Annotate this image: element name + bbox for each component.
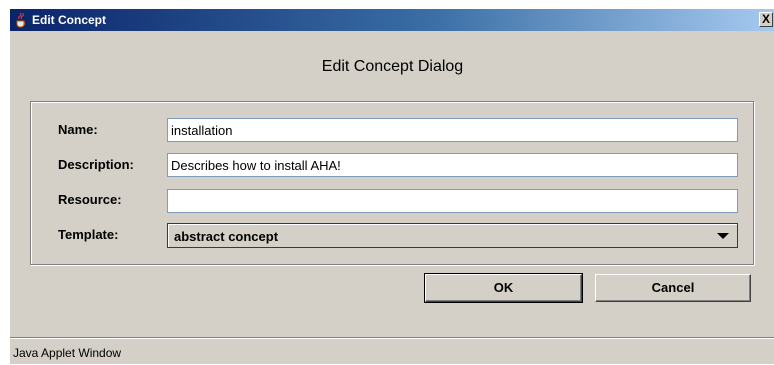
chevron-down-icon[interactable] <box>717 233 729 239</box>
window-title: Edit Concept <box>32 13 106 27</box>
template-selected-value: abstract concept <box>174 229 279 244</box>
java-cup-icon <box>16 12 26 28</box>
edit-concept-window: Edit Concept X Edit Concept Dialog Name:… <box>9 8 774 364</box>
status-bar: Java Applet Window <box>10 337 774 365</box>
name-label: Name: <box>58 122 98 137</box>
close-button[interactable]: X <box>759 12 773 27</box>
dialog-heading: Edit Concept Dialog <box>321 58 464 75</box>
title-bar[interactable]: Edit Concept X <box>10 9 774 31</box>
resource-field[interactable] <box>167 189 738 213</box>
description-label: Description: <box>58 157 134 172</box>
template-label: Template: <box>58 227 119 242</box>
cancel-button[interactable]: Cancel <box>595 274 751 302</box>
name-field[interactable]: installation <box>167 118 738 142</box>
ok-button[interactable]: OK <box>424 273 583 303</box>
status-text: Java Applet Window <box>13 346 122 360</box>
description-field[interactable]: Describes how to install AHA! <box>167 153 738 177</box>
resource-label: Resource: <box>58 192 122 207</box>
template-select[interactable]: abstract concept <box>167 223 738 248</box>
